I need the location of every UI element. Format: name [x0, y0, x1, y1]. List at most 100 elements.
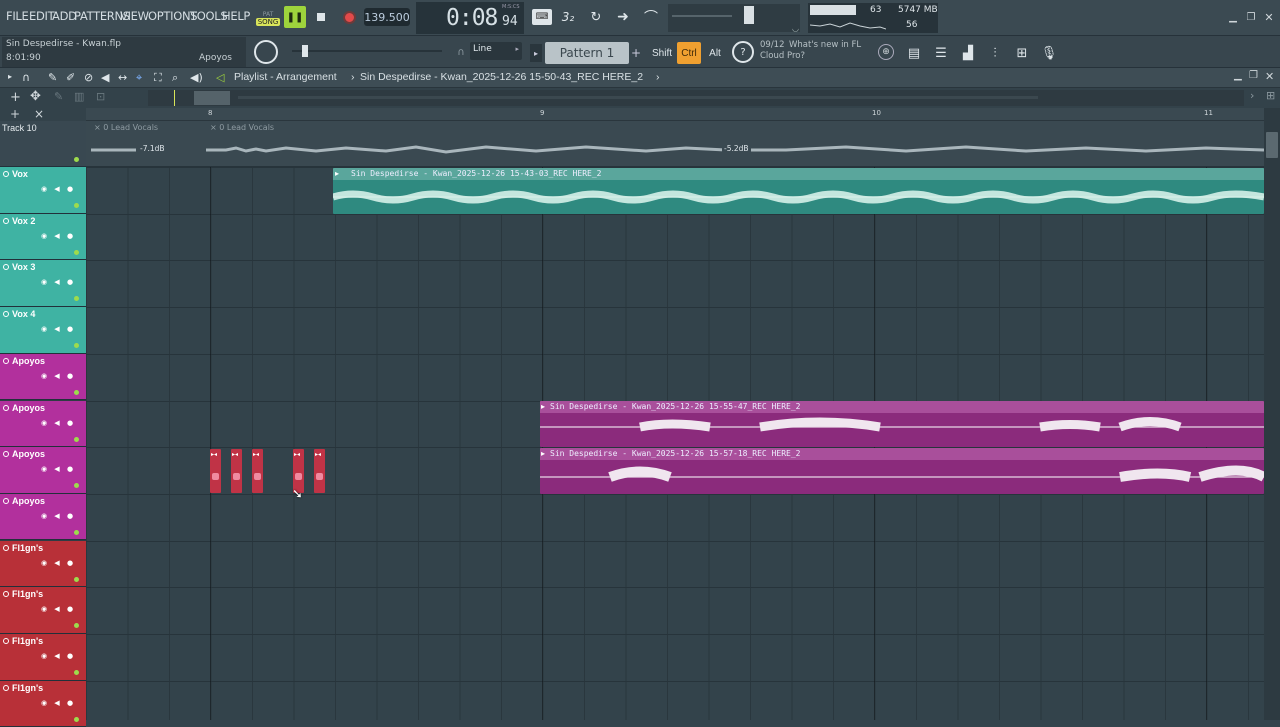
short-audio-clip[interactable]: ▸◂ [314, 449, 325, 493]
track-header[interactable]: Apoyos ◉ ◀ ● [0, 493, 86, 541]
news-icon[interactable]: ? [732, 41, 754, 63]
solo-icon[interactable]: ◉ [40, 699, 48, 707]
restore-icon[interactable]: ❐ [1244, 10, 1258, 24]
speaker-icon[interactable]: ◀ [53, 372, 61, 380]
overview-strip[interactable] [148, 90, 1244, 106]
speaker-icon[interactable]: ◀ [53, 232, 61, 240]
speaker-icon[interactable]: ◀ [53, 465, 61, 473]
speaker-icon[interactable]: ◀ [53, 419, 61, 427]
track-header[interactable]: Vox 3 ◉ ◀ ● [0, 260, 86, 307]
breadcrumb-arrow-icon[interactable]: › [656, 71, 660, 83]
metronome-icon[interactable]: ⌒ [640, 7, 662, 27]
add-icon[interactable]: + [10, 107, 20, 121]
track-header[interactable]: Fl1gn's ◉ ◀ ● [0, 587, 86, 634]
news-text-2[interactable]: Cloud Pro? [760, 51, 805, 61]
short-audio-clip[interactable]: ▸◂ [252, 449, 263, 493]
slice-tool-icon[interactable]: ⌖ [136, 71, 142, 85]
track-mute-indicator-icon[interactable] [3, 684, 9, 691]
track-mute-indicator-icon[interactable] [3, 357, 9, 364]
record-button[interactable] [338, 6, 360, 28]
audio-clip-apoyos-2[interactable]: Sin Despedirse - Kwan_2025-12-26 15-57-1… [540, 448, 1264, 494]
track-mute-indicator-icon[interactable] [3, 497, 9, 504]
snap-icon[interactable]: ⊡ [96, 90, 105, 103]
solo-icon[interactable]: ◉ [40, 419, 48, 427]
record-arm-icon[interactable]: ● [66, 372, 74, 380]
snap-magnet-icon[interactable]: ∩ [22, 71, 30, 84]
track-led[interactable] [74, 716, 79, 722]
close-icon[interactable]: ✕ [1262, 10, 1276, 24]
stop-button[interactable] [310, 6, 332, 28]
add-track-icon[interactable]: + [10, 90, 21, 105]
clip-menu-icon[interactable]: ▸ [541, 449, 545, 458]
main-pitch-slider[interactable] [292, 45, 442, 57]
speaker-icon[interactable]: ◀ [53, 278, 61, 286]
track-led[interactable] [74, 343, 79, 349]
track-led[interactable] [74, 436, 79, 442]
track-led[interactable] [74, 249, 79, 255]
tempo-display[interactable]: 139.500 [364, 8, 410, 26]
audio-clip-vox[interactable]: Sin Despedirse - Kwan_2025-12-26 15-43-0… [333, 168, 1264, 214]
menu-file[interactable]: FILE [6, 9, 29, 23]
news-text[interactable]: What's new in FL [789, 40, 861, 50]
solo-icon[interactable]: ◉ [40, 232, 48, 240]
record-arm-icon[interactable]: ● [66, 419, 74, 427]
speaker-icon[interactable]: ◀ [53, 699, 61, 707]
remove-icon[interactable]: × [34, 107, 44, 121]
microphone-icon[interactable]: 🎙 [1038, 42, 1060, 64]
vertical-scrollbar[interactable] [1264, 108, 1280, 720]
solo-icon[interactable]: ◉ [40, 605, 48, 613]
solo-icon[interactable]: ◉ [40, 559, 48, 567]
record-arm-icon[interactable]: ● [66, 185, 74, 193]
speaker-icon[interactable]: ◀ [53, 605, 61, 613]
pattern-selector[interactable]: Pattern 1 [545, 42, 629, 64]
zoom-tool-icon[interactable]: ⌕ [172, 71, 178, 85]
track-mute-indicator-icon[interactable] [3, 217, 9, 224]
automation-lane[interactable]: × 0 Lead Vocals × 0 Lead Vocals -7.1dB -… [86, 121, 1264, 167]
record-arm-icon[interactable]: ● [66, 325, 74, 333]
arrow-right-icon[interactable]: ➜ [613, 8, 633, 26]
clip-menu-icon[interactable]: ▸ [335, 169, 339, 178]
automation-track-header[interactable]: Track 10 [0, 121, 86, 167]
solo-icon[interactable]: ◉ [40, 325, 48, 333]
track-led[interactable] [74, 296, 79, 302]
track-led[interactable] [74, 157, 79, 162]
solo-icon[interactable]: ◉ [40, 278, 48, 286]
pattern-prev-icon[interactable]: ▸ [530, 44, 542, 62]
playlist-menu-arrow-icon[interactable]: ▸ [8, 72, 12, 81]
record-arm-icon[interactable]: ● [66, 652, 74, 660]
track-header[interactable]: Apoyos ◉ ◀ ● [0, 447, 86, 494]
short-audio-clip[interactable]: ▸◂ [231, 449, 242, 493]
record-arm-icon[interactable]: ● [66, 512, 74, 520]
track-led[interactable] [74, 623, 79, 629]
solo-icon[interactable]: ◉ [40, 185, 48, 193]
pitch-slider-handle[interactable] [302, 45, 308, 57]
delete-tool-icon[interactable]: ⊘ [84, 71, 93, 84]
shift-modifier-button[interactable]: Shift [650, 44, 674, 62]
track-header[interactable]: Apoyos ◉ ◀ ● [0, 400, 86, 448]
slip-tool-icon[interactable]: ↔ [118, 71, 127, 84]
track-led[interactable] [74, 483, 79, 489]
track-header[interactable]: Vox 2 ◉ ◀ ● [0, 213, 86, 261]
track-mute-indicator-icon[interactable] [3, 171, 9, 177]
record-arm-icon[interactable]: ● [66, 699, 74, 707]
playlist-play-icon[interactable]: ◁ [216, 71, 224, 84]
magnet-icon[interactable]: ∩ [455, 46, 467, 58]
solo-icon[interactable]: ◉ [40, 652, 48, 660]
snap-select[interactable]: Line ▸ [470, 42, 522, 60]
track-led[interactable] [74, 670, 79, 675]
pitch-knob-icon[interactable]: ◡ [792, 24, 799, 33]
slider-handle[interactable] [744, 6, 754, 24]
track-header[interactable]: Vox 4 ◉ ◀ ● [0, 307, 86, 354]
short-audio-clip[interactable]: ▸◂ [210, 449, 221, 493]
clip-menu-icon[interactable]: ▸ [541, 402, 545, 411]
browser-icon[interactable]: ⊞ [1011, 42, 1033, 64]
track-header[interactable]: Apoyos ◉ ◀ ● [0, 353, 86, 401]
playlist-minimize-icon[interactable]: ▁ [1234, 70, 1242, 81]
speaker-icon[interactable]: ◀ [53, 512, 61, 520]
menu-add[interactable]: ADD [52, 9, 77, 23]
keyboard-icon[interactable]: ▥ [74, 90, 84, 103]
track-led[interactable] [74, 203, 79, 208]
record-arm-icon[interactable]: ● [66, 232, 74, 240]
speaker-icon[interactable]: ◀ [53, 185, 61, 193]
pencil-icon[interactable]: ✎ [54, 90, 63, 103]
